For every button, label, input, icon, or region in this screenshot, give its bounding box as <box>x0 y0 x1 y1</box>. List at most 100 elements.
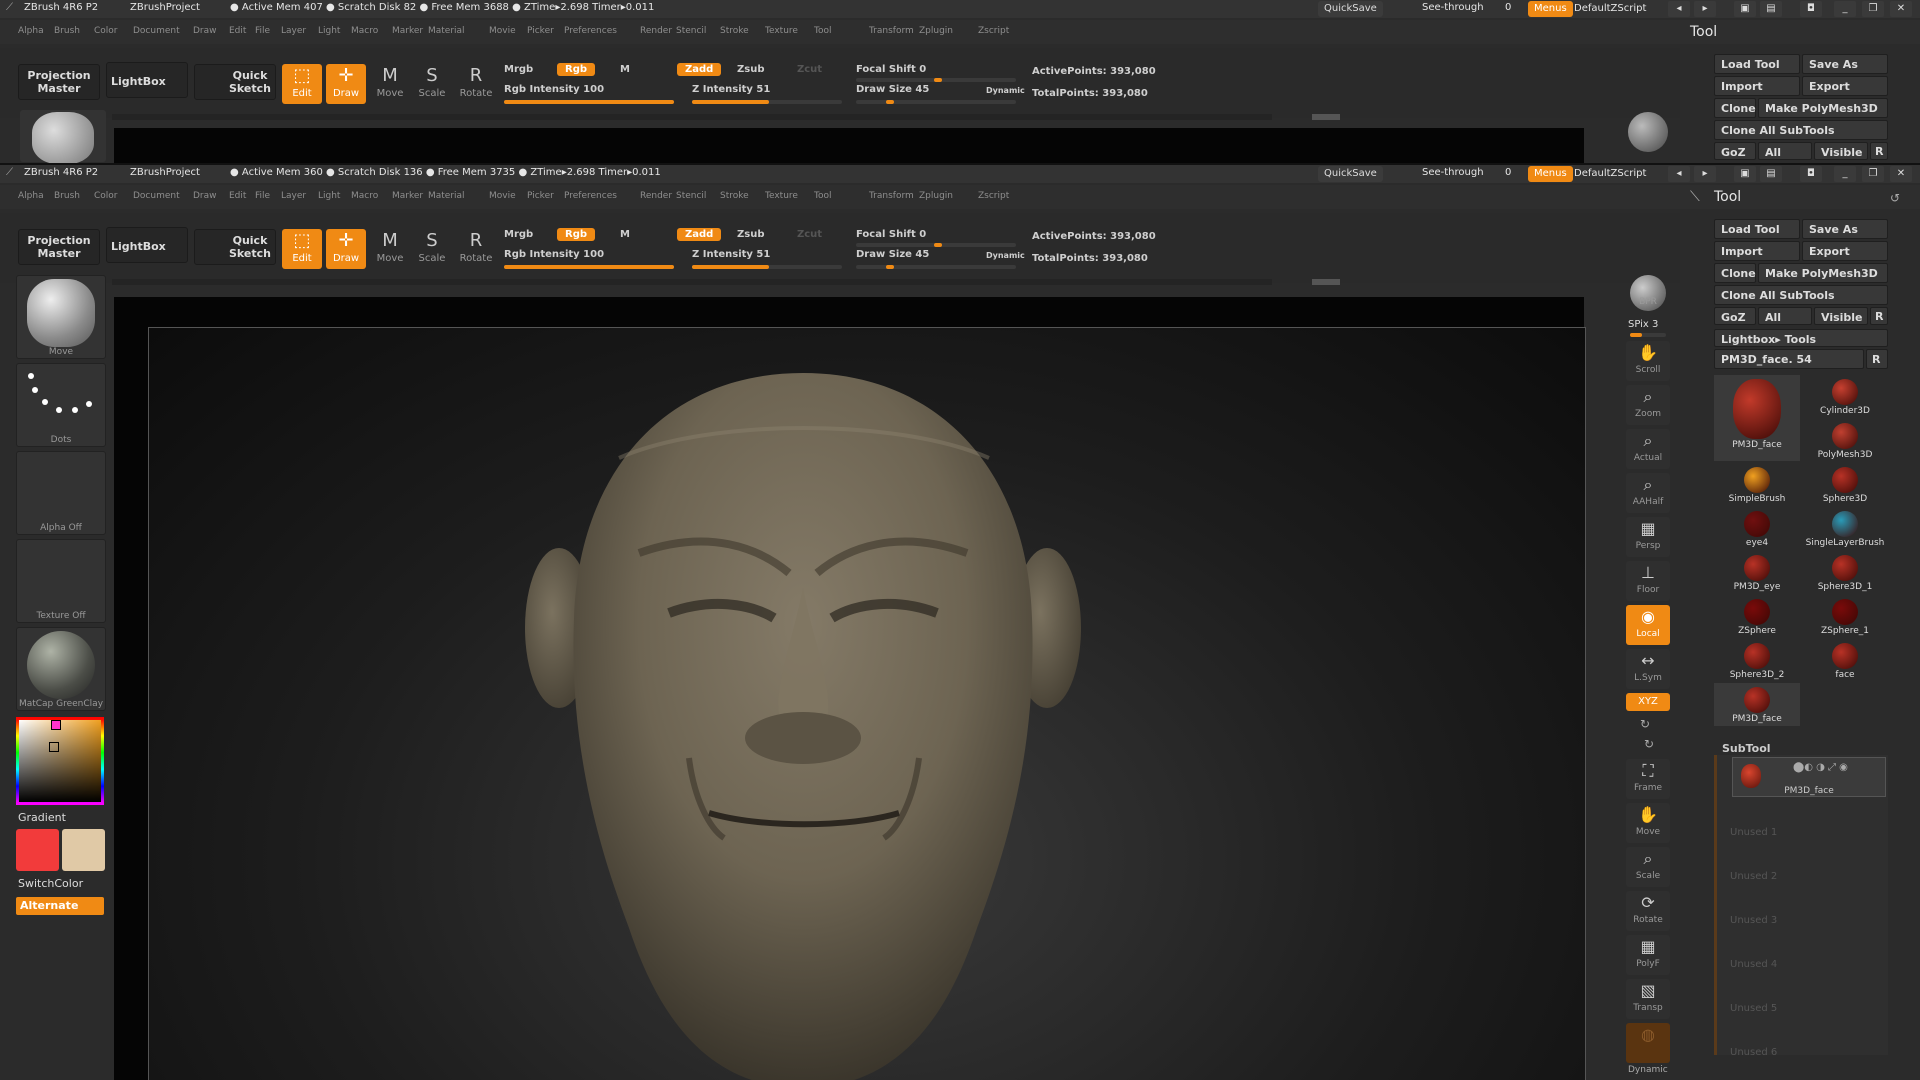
menu-item-alpha[interactable]: Alpha <box>18 26 44 36</box>
menu-item-stencil[interactable]: Stencil <box>676 26 706 36</box>
edit-button[interactable]: ⬚ Edit <box>282 229 322 269</box>
xyz-button[interactable]: XYZ <box>1626 693 1670 711</box>
persp-button[interactable]: ▦ Persp <box>1626 517 1670 557</box>
menu-item-macro[interactable]: Macro <box>351 191 378 201</box>
brush-thumbnail[interactable]: Move <box>16 275 106 359</box>
tool-item[interactable]: PM3D_face <box>1714 683 1800 726</box>
minimize-icon[interactable]: _ <box>1834 1 1856 17</box>
subtool-unused-slot[interactable]: Unused 1 <box>1730 827 1777 838</box>
rgb-intensity-slider[interactable] <box>504 100 674 104</box>
menu-item-texture[interactable]: Texture <box>765 191 798 201</box>
lightbox-button[interactable]: LightBox <box>106 62 188 98</box>
mrgb-button[interactable]: Mrgb <box>504 229 533 240</box>
clone-all-subtools-button[interactable]: Clone All SubTools <box>1714 285 1888 305</box>
rgb-button[interactable]: Rgb <box>557 228 596 241</box>
scale-button[interactable]: S Scale <box>412 64 452 104</box>
focal-shift-slider[interactable] <box>856 243 1016 247</box>
z-intensity-slider[interactable] <box>692 265 842 269</box>
ghost-button[interactable]: ◍ <box>1626 1023 1670 1063</box>
lsym-button[interactable]: ↔ L.Sym <box>1626 649 1670 689</box>
local-button[interactable]: ◉ Local <box>1626 605 1670 645</box>
canvas-hscroll[interactable] <box>112 279 1340 285</box>
alpha-thumbnail[interactable]: Alpha Off <box>16 451 106 535</box>
goz-r-button[interactable]: R <box>1870 307 1888 325</box>
reset-icon[interactable]: ↺ <box>1890 191 1900 205</box>
document-frame[interactable] <box>148 327 1586 1080</box>
goz-all-button[interactable]: All <box>1758 307 1812 325</box>
zcut-button[interactable]: Zcut <box>797 229 822 240</box>
current-tool-slider[interactable]: PM3D_face. 54 <box>1714 349 1864 369</box>
subtool-unused-slot[interactable]: Unused 4 <box>1730 959 1777 970</box>
menu-item-layer[interactable]: Layer <box>281 26 306 36</box>
menu-item-brush[interactable]: Brush <box>54 191 80 201</box>
prev-icon[interactable]: ◂ <box>1668 166 1690 182</box>
clone-button[interactable]: Clone <box>1714 263 1756 283</box>
goz-visible-button[interactable]: Visible <box>1814 307 1868 325</box>
zsub-button[interactable]: Zsub <box>737 229 764 240</box>
canvas-hscroll-thumb[interactable] <box>1312 279 1340 285</box>
draw-button[interactable]: ✛ Draw <box>326 229 366 269</box>
save-as-button[interactable]: Save As <box>1802 219 1888 239</box>
load-tool-button[interactable]: Load Tool <box>1714 219 1800 239</box>
layout2-icon[interactable]: ▤ <box>1760 166 1782 182</box>
see-through-label[interactable]: See-through <box>1422 2 1484 13</box>
menu-item-document[interactable]: Document <box>133 191 180 201</box>
next-icon[interactable]: ▸ <box>1694 166 1716 182</box>
rotate-button[interactable]: R Rotate <box>456 229 496 269</box>
quicksave-button[interactable]: QuickSave <box>1318 1 1383 17</box>
goz-all-button[interactable]: All <box>1758 142 1812 160</box>
menu-item-edit[interactable]: Edit <box>229 191 246 201</box>
subtool-header[interactable]: SubTool <box>1722 742 1771 755</box>
switch-color-button[interactable]: SwitchColor <box>18 877 83 890</box>
prev-icon[interactable]: ◂ <box>1668 1 1690 17</box>
tool-item[interactable]: ZSphere_1 <box>1802 595 1888 638</box>
subtool-active-row[interactable]: ⬤◐ ◑ ⤢ ◉ PM3D_face <box>1732 757 1886 797</box>
menu-item-tool[interactable]: Tool <box>814 26 831 36</box>
pin-icon[interactable]: ⟍ <box>1690 189 1700 205</box>
bpr-button[interactable]: BPR <box>1626 273 1670 317</box>
menu-item-color[interactable]: Color <box>94 26 118 36</box>
rotate-view-button[interactable]: ⟳ Rotate <box>1626 891 1670 931</box>
move-button[interactable]: M Move <box>370 64 410 104</box>
gradient-label[interactable]: Gradient <box>18 811 66 824</box>
menu-item-stroke[interactable]: Stroke <box>720 26 749 36</box>
menu-item-movie[interactable]: Movie <box>489 26 516 36</box>
main-color-swatch[interactable] <box>16 829 59 871</box>
actual-button[interactable]: ⌕ Actual <box>1626 429 1670 469</box>
clone-button[interactable]: Clone <box>1714 98 1756 118</box>
draw-button[interactable]: ✛ Draw <box>326 64 366 104</box>
m-button[interactable]: M <box>620 229 630 240</box>
lock-icon[interactable]: ◘ <box>1800 1 1822 17</box>
menu-item-zplugin[interactable]: Zplugin <box>919 26 953 36</box>
see-through-label[interactable]: See-through <box>1422 167 1484 178</box>
tool-palette-header[interactable]: Tool <box>1690 24 1717 40</box>
rotate-y-icon[interactable]: ↻ <box>1640 717 1650 731</box>
zadd-button[interactable]: Zadd <box>677 228 722 241</box>
zcut-button[interactable]: Zcut <box>797 64 822 75</box>
transp-button[interactable]: ▧ Transp <box>1626 979 1670 1019</box>
subtool-unused-slot[interactable]: Unused 6 <box>1730 1047 1777 1058</box>
tool-item[interactable]: PM3D_eye <box>1714 551 1800 594</box>
menu-item-transform[interactable]: Transform <box>869 191 914 201</box>
z-intensity-slider[interactable] <box>692 100 842 104</box>
rgb-button[interactable]: Rgb <box>557 63 596 76</box>
close-icon[interactable]: ✕ <box>1890 1 1912 17</box>
lightbox-button[interactable]: LightBox <box>106 227 188 263</box>
m-button[interactable]: M <box>620 64 630 75</box>
menu-item-edit[interactable]: Edit <box>229 26 246 36</box>
scale-button[interactable]: S Scale <box>412 229 452 269</box>
focal-shift-slider[interactable] <box>856 78 1016 82</box>
sculpted-head-model[interactable] <box>149 328 1587 1080</box>
goz-visible-button[interactable]: Visible <box>1814 142 1868 160</box>
load-tool-button[interactable]: Load Tool <box>1714 54 1800 74</box>
edit-button[interactable]: ⬚ Edit <box>282 64 322 104</box>
export-button[interactable]: Export <box>1802 241 1888 261</box>
alternate-button[interactable]: Alternate <box>16 897 104 915</box>
draw-size-slider[interactable] <box>856 265 1016 269</box>
goz-button[interactable]: GoZ <box>1714 307 1756 325</box>
zsub-button[interactable]: Zsub <box>737 64 764 75</box>
stroke-thumbnail[interactable]: Dots <box>16 363 106 447</box>
next-icon[interactable]: ▸ <box>1694 1 1716 17</box>
canvas-hscroll-thumb[interactable] <box>1312 114 1340 120</box>
import-button[interactable]: Import <box>1714 241 1800 261</box>
